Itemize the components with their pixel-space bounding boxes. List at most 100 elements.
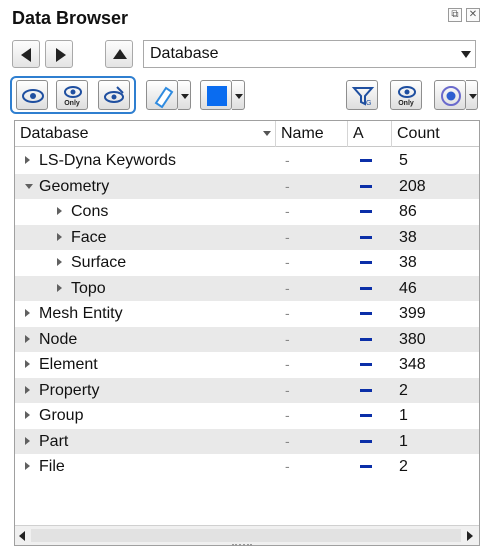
arrow-right-icon [56, 48, 66, 62]
tree-row-count: 1 [399, 407, 408, 424]
active-dash-icon[interactable] [360, 235, 372, 239]
tree-row[interactable]: Part - 1 [15, 428, 479, 454]
filter-icon: G [351, 87, 375, 107]
eye-icon [22, 89, 44, 103]
tree-row[interactable]: Topo - 46 [15, 275, 479, 301]
scroll-right-icon[interactable] [467, 531, 473, 541]
tree-row-label: Cons [71, 203, 109, 220]
expand-arrow-icon[interactable] [57, 258, 62, 266]
tree-row-name: - [285, 152, 290, 168]
tree-row-label: File [39, 458, 65, 475]
eraser-dropdown[interactable] [178, 80, 191, 110]
float-panel-icon[interactable]: ⧉ [448, 8, 462, 22]
column-a[interactable]: A [348, 121, 392, 147]
database-combo[interactable]: Database [143, 40, 476, 68]
target-icon [441, 86, 461, 106]
expand-arrow-icon[interactable] [25, 334, 30, 343]
tree-row-name: - [285, 432, 290, 449]
tree-row-label: Node [39, 330, 78, 348]
expand-arrow-icon[interactable] [57, 207, 62, 215]
expand-arrow-icon[interactable] [25, 462, 30, 470]
panel-title: Data Browser [12, 8, 129, 28]
expand-arrow-icon[interactable] [57, 283, 62, 292]
forward-button[interactable] [45, 40, 73, 68]
filter-only-button[interactable]: Only [390, 80, 422, 110]
color-swatch-icon [207, 86, 227, 106]
expand-arrow-icon[interactable] [25, 411, 30, 419]
tree-row[interactable]: Mesh Entity - 399 [15, 301, 479, 327]
scroll-left-icon[interactable] [19, 531, 25, 541]
tree-row[interactable]: Element - 348 [15, 352, 479, 378]
active-dash-icon[interactable] [360, 439, 372, 443]
tree-row[interactable]: Cons - 86 [15, 199, 479, 225]
show-only-button[interactable]: Only [56, 80, 88, 110]
tree-row-name: - [285, 254, 290, 270]
active-dash-icon[interactable] [360, 388, 372, 392]
database-tree[interactable]: Database Name A Count LS-Dyna Keywords - 5… [14, 120, 480, 546]
tree-row-count: 208 [399, 177, 426, 195]
tree-row[interactable]: Face - 38 [15, 224, 479, 250]
active-dash-icon[interactable] [360, 337, 372, 341]
column-database[interactable]: Database [15, 121, 276, 147]
horizontal-scrollbar[interactable] [15, 525, 479, 545]
tree-row-name: - [285, 305, 290, 321]
tree-row-count: 348 [399, 356, 426, 373]
show-button[interactable] [16, 80, 48, 110]
tree-row-label: Topo [71, 279, 106, 297]
tree-row[interactable]: LS-Dyna Keywords - 5 [15, 148, 479, 174]
filter-button[interactable]: G [346, 80, 378, 110]
tree-row[interactable]: Surface - 38 [15, 250, 479, 276]
color-button[interactable] [200, 80, 232, 110]
expand-arrow-icon[interactable] [25, 385, 30, 394]
active-dash-icon[interactable] [360, 363, 372, 366]
tree-row-count: 86 [399, 203, 417, 220]
active-dash-icon[interactable] [360, 286, 372, 290]
sort-down-icon[interactable] [263, 131, 271, 136]
column-count[interactable]: Count [392, 121, 479, 147]
tree-row-name: - [285, 381, 290, 398]
tree-row-name: - [285, 228, 290, 245]
expand-arrow-icon[interactable] [57, 232, 62, 241]
arrow-up-icon [113, 49, 127, 59]
expand-arrow-icon[interactable] [25, 436, 30, 445]
tree-row-name: - [285, 203, 290, 219]
tree-row-count: 2 [399, 381, 408, 399]
active-dash-icon[interactable] [360, 184, 372, 188]
active-dash-icon[interactable] [360, 414, 372, 417]
active-dash-icon[interactable] [360, 312, 372, 315]
filter-only-label: Only [398, 100, 414, 107]
active-dash-icon[interactable] [360, 210, 372, 213]
arrow-left-icon [21, 48, 31, 62]
expand-arrow-icon[interactable] [25, 360, 30, 368]
tree-row[interactable]: Geometry - 208 [15, 173, 479, 199]
tree-row-label: Mesh Entity [39, 305, 123, 322]
toolbar: Only G Only [0, 72, 483, 116]
tree-row[interactable]: Node - 380 [15, 326, 479, 352]
eraser-button[interactable] [146, 80, 178, 110]
hide-button[interactable] [98, 80, 130, 110]
close-panel-icon[interactable]: ✕ [466, 8, 480, 22]
tree-row[interactable]: Property - 2 [15, 377, 479, 403]
navigation-bar: Database [0, 36, 483, 72]
view-mode-dropdown[interactable] [466, 80, 478, 110]
expand-arrow-icon[interactable] [25, 156, 30, 164]
color-dropdown[interactable] [232, 80, 245, 110]
view-mode-button[interactable] [434, 80, 466, 110]
column-name[interactable]: Name [276, 121, 348, 147]
active-dash-icon[interactable] [360, 261, 372, 264]
active-dash-icon[interactable] [360, 159, 372, 162]
tree-row-count: 2 [399, 458, 408, 475]
tree-row[interactable]: Group - 1 [15, 403, 479, 429]
tree-row-count: 38 [399, 228, 417, 246]
resize-grip[interactable] [232, 544, 252, 547]
up-button[interactable] [105, 40, 133, 68]
tree-row[interactable]: File - 2 [15, 454, 479, 480]
show-only-label: Only [64, 100, 80, 107]
scroll-track[interactable] [31, 529, 461, 542]
tree-row-label: Face [71, 228, 107, 246]
back-button[interactable] [12, 40, 40, 68]
active-dash-icon[interactable] [360, 465, 372, 468]
chevron-down-icon[interactable] [461, 51, 471, 58]
expand-arrow-icon[interactable] [25, 309, 30, 317]
collapse-arrow-icon[interactable] [25, 183, 33, 189]
